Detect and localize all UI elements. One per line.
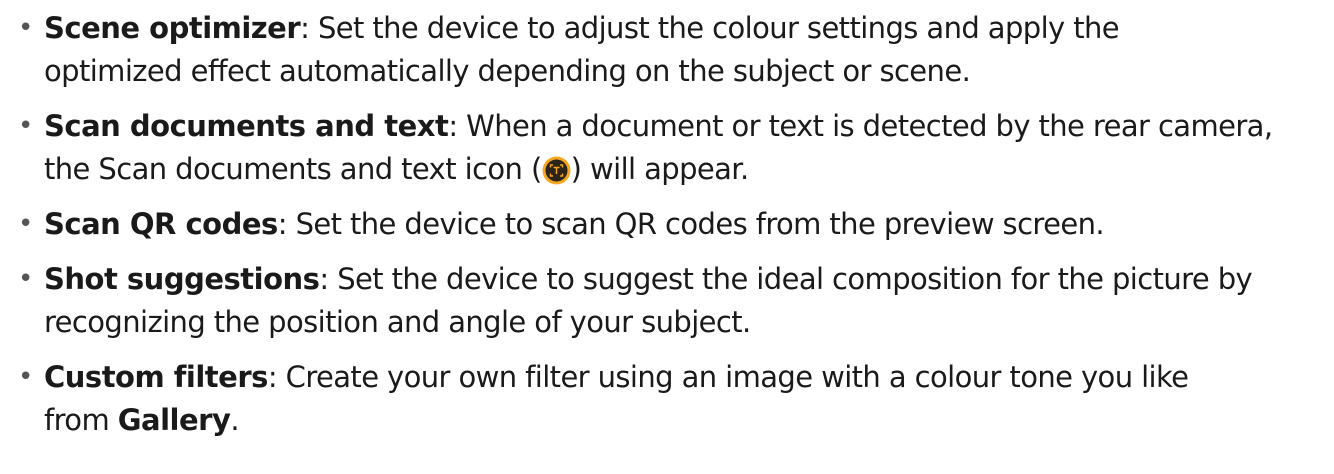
gallery-app-name: Gallery bbox=[117, 403, 231, 437]
term-label: Scan documents and text bbox=[44, 109, 449, 143]
bullet-marker: • bbox=[18, 264, 33, 294]
item-description-continued: optimized effect automatically depending… bbox=[44, 54, 971, 88]
document-page: • Scene optimizer: Set the device to adj… bbox=[0, 0, 1334, 474]
item-description-before-link: from bbox=[44, 403, 118, 437]
term-separator: : bbox=[319, 262, 329, 296]
item-description-after-link: . bbox=[230, 403, 239, 437]
list-item-custom-filters: • Custom filters: Create your own filter… bbox=[18, 356, 1324, 442]
term-label: Scene optimizer bbox=[44, 11, 301, 45]
bullet-marker: • bbox=[18, 209, 33, 239]
bullet-marker: • bbox=[18, 362, 33, 392]
scan-text-icon bbox=[542, 156, 571, 185]
list-item-shot-suggestions: • Shot suggestions: Set the device to su… bbox=[18, 258, 1324, 344]
bullet-marker: • bbox=[18, 111, 33, 141]
list-item-scan-qr-codes: • Scan QR codes: Set the device to scan … bbox=[18, 203, 1324, 246]
item-description-continued: recognizing the position and angle of yo… bbox=[44, 305, 751, 339]
item-description-continued: the Scan documents and text icon ( ) wil… bbox=[44, 148, 1324, 191]
term-label: Custom filters bbox=[44, 360, 268, 394]
item-description: Set the device to scan QR codes from the… bbox=[286, 207, 1105, 241]
list-item-scene-optimizer: • Scene optimizer: Set the device to adj… bbox=[18, 7, 1324, 93]
term-separator: : bbox=[267, 360, 278, 394]
term-label: Shot suggestions bbox=[44, 262, 320, 296]
term-separator: : bbox=[277, 207, 288, 241]
term-separator: : bbox=[448, 109, 458, 143]
item-description: Set the device to suggest the ideal comp… bbox=[328, 262, 1253, 296]
item-description-after-icon: ) will appear. bbox=[570, 152, 750, 186]
item-description: Create your own filter using an image wi… bbox=[277, 360, 1189, 394]
list-item-scan-documents: • Scan documents and text: When a docume… bbox=[18, 105, 1324, 191]
item-description: When a document or text is detected by t… bbox=[457, 109, 1273, 143]
item-description-before-icon: the Scan documents and text icon ( bbox=[44, 152, 542, 186]
bullet-marker: • bbox=[18, 13, 33, 43]
term-label: Scan QR codes bbox=[44, 207, 278, 241]
term-separator: : bbox=[300, 11, 310, 45]
item-description-continued: from Gallery. bbox=[44, 399, 1324, 442]
item-description: Set the device to adjust the colour sett… bbox=[309, 11, 1120, 45]
